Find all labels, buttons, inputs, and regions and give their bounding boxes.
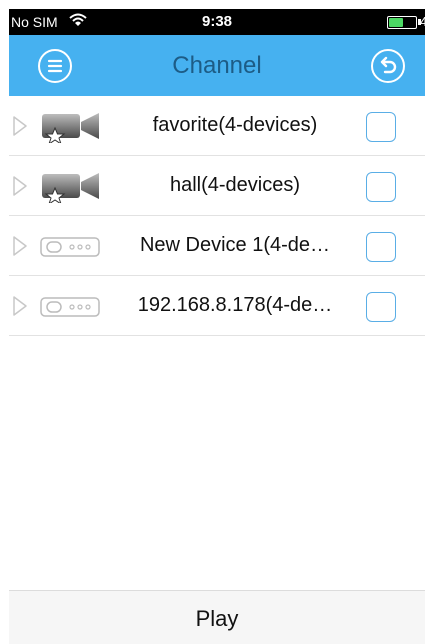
camera-favorite-icon [40, 169, 102, 208]
channel-checkbox[interactable] [366, 172, 396, 202]
status-bar: No SIM 9:38 4 [9, 9, 425, 35]
channel-row[interactable]: 192.168.8.178(4-de… [9, 276, 425, 336]
channel-label: hall(4-devices) [169, 174, 301, 196]
battery-icon [387, 16, 417, 29]
channel-row[interactable]: hall(4-devices) [9, 156, 425, 216]
channel-label: 192.168.8.178(4-de… [137, 294, 333, 316]
channel-row[interactable]: New Device 1(4-de… [9, 216, 425, 276]
page-title: Channel [172, 52, 262, 79]
camera-favorite-icon [40, 109, 102, 148]
channel-label: New Device 1(4-de… [139, 234, 331, 256]
bottom-bar: Play [9, 590, 425, 644]
play-button[interactable]: Play [9, 606, 425, 632]
channel-checkbox[interactable] [366, 232, 396, 262]
battery-fill [389, 18, 403, 27]
dvr-device-icon [40, 289, 102, 328]
frame-edge [0, 0, 9, 644]
status-extra: 4 [420, 14, 425, 29]
nav-bar: Channel [9, 35, 425, 96]
back-button[interactable] [371, 49, 405, 83]
channel-label: favorite(4-devices) [152, 114, 318, 136]
expand-arrow-icon[interactable] [12, 175, 28, 202]
undo-back-icon [380, 56, 397, 74]
app-screen: No SIM 9:38 4 Channel favorite(4-devices… [9, 9, 425, 644]
channel-checkbox[interactable] [366, 112, 396, 142]
dvr-device-icon [40, 229, 102, 268]
status-time: 9:38 [201, 13, 233, 30]
expand-arrow-icon[interactable] [12, 295, 28, 322]
channel-list: favorite(4-devices) hall(4-devices) New … [9, 96, 425, 336]
channel-checkbox[interactable] [366, 292, 396, 322]
expand-arrow-icon[interactable] [12, 115, 28, 142]
channel-row[interactable]: favorite(4-devices) [9, 96, 425, 156]
expand-arrow-icon[interactable] [12, 235, 28, 262]
